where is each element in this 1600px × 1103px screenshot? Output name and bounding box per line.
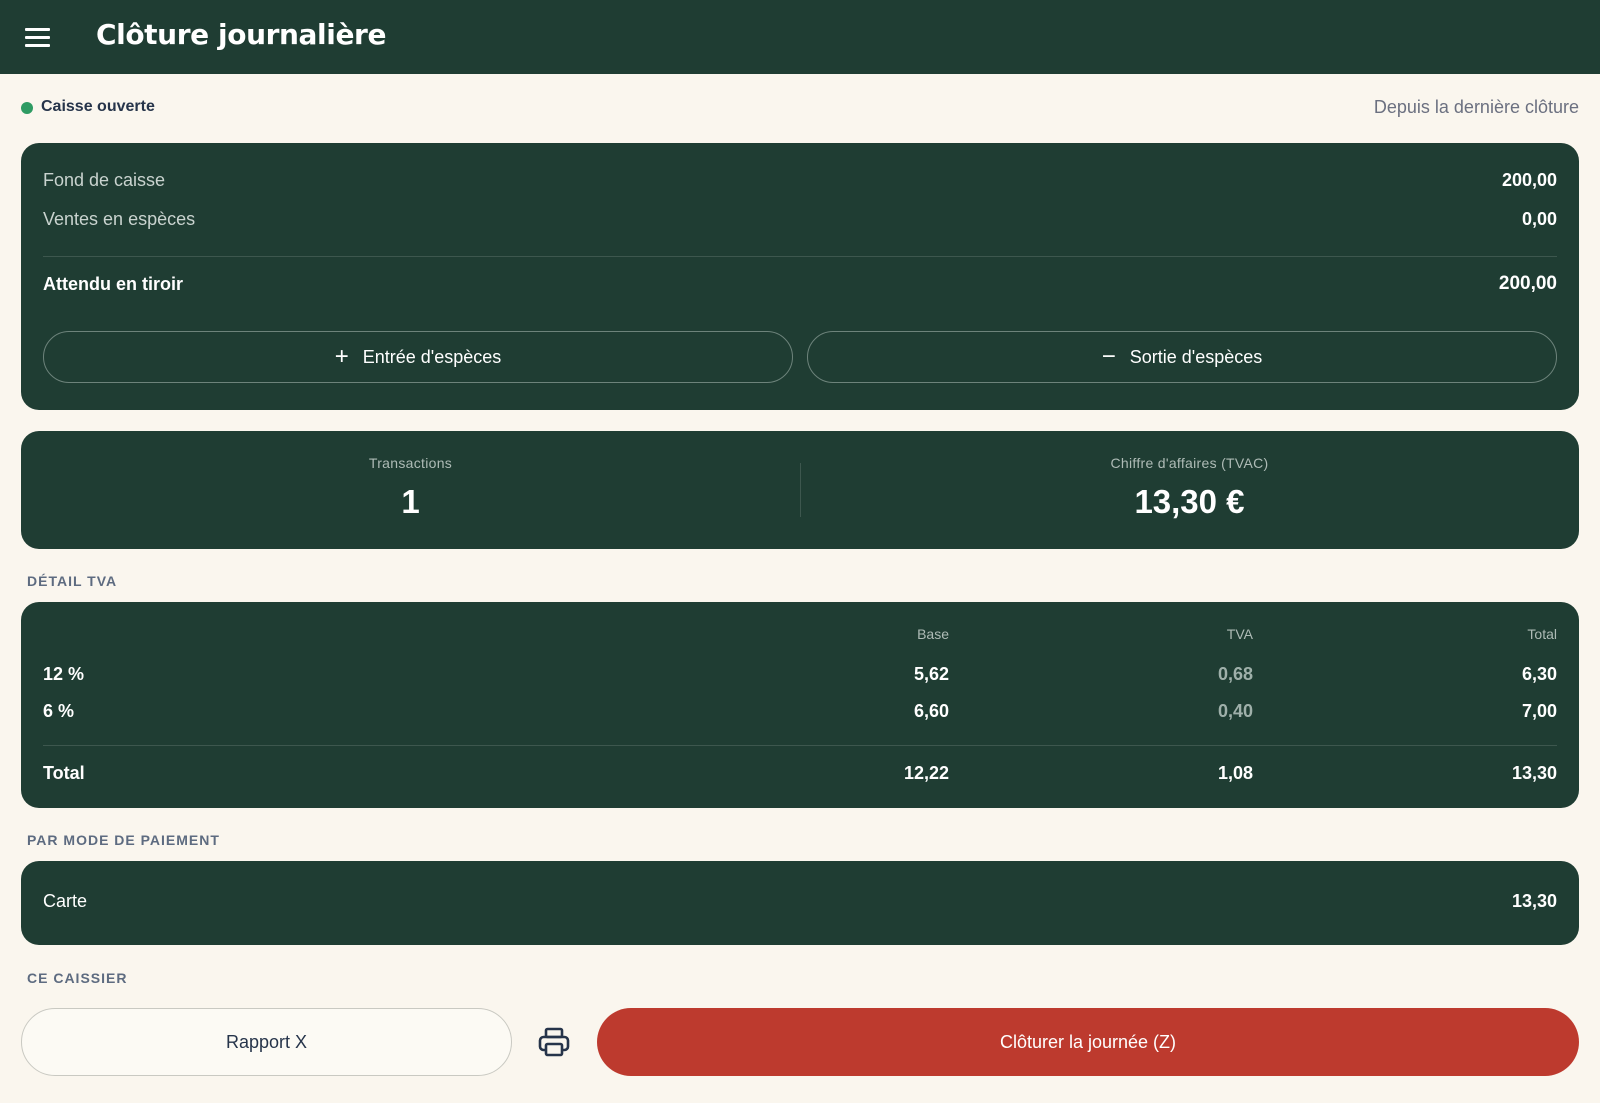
register-status: Caisse ouverte (41, 98, 155, 115)
revenue-stat: Chiffre d'affaires (TVAC) 13,30 € (800, 431, 1579, 549)
cash-sales-value: 0,00 (1521, 208, 1557, 229)
revenue-label: Chiffre d'affaires (TVAC) (1110, 455, 1269, 471)
cash-sales-label: Ventes en espèces (43, 208, 196, 229)
list-item: Carte 13,30 (43, 891, 1557, 912)
cash-sales-row: Ventes en espèces 0,00 (43, 206, 1557, 232)
expected-drawer-row: Attendu en tiroir 200,00 (43, 271, 1557, 297)
expected-drawer-value: 200,00 (1498, 273, 1557, 294)
vat-detail-card: Base TVA Total 12 % 5,62 0,68 6,30 6 % 6… (21, 602, 1579, 808)
payment-section-title: PAR MODE DE PAIEMENT (27, 832, 220, 848)
payment-method-label: Carte (43, 891, 88, 911)
status-dot-icon (21, 102, 33, 114)
vat-amount: 0,40 (1217, 701, 1253, 721)
cash-float-row: Fond de caisse 200,00 (43, 167, 1557, 193)
cash-in-button[interactable]: + Entrée d'espèces (43, 331, 793, 383)
divider (43, 745, 1557, 746)
x-report-button[interactable]: Rapport X (21, 1008, 512, 1076)
summary-card: Transactions 1 Chiffre d'affaires (TVAC)… (21, 431, 1579, 549)
expected-drawer-label: Attendu en tiroir (43, 273, 183, 294)
period-label: Depuis la dernière clôture (1373, 97, 1579, 117)
cash-in-label: Entrée d'espèces (362, 346, 502, 367)
vat-rate: 12 % (43, 664, 85, 684)
transactions-value: 1 (401, 483, 420, 520)
cash-out-label: Sortie d'espèces (1129, 346, 1263, 367)
vat-total-row: Total 12,22 1,08 13,30 (43, 763, 1557, 787)
column-header-tva: TVA (1226, 626, 1253, 642)
column-header-base: Base (917, 626, 949, 642)
vat-total-label: Total (43, 763, 85, 783)
vat-section-title: DÉTAIL TVA (27, 573, 118, 589)
close-day-label: Clôturer la journée (Z) (999, 1031, 1177, 1052)
vat-table-header: Base TVA Total (43, 626, 1557, 650)
plus-icon: + (334, 343, 349, 370)
x-report-label: Rapport X (225, 1031, 308, 1052)
vat-total-base: 12,22 (903, 763, 949, 783)
top-bar: Clôture journalière (0, 0, 1600, 74)
cash-out-button[interactable]: − Sortie d'espèces (807, 331, 1557, 383)
vat-grand-total: 13,30 (1511, 763, 1557, 783)
table-row: 6 % 6,60 0,40 7,00 (43, 701, 1557, 725)
table-row: 12 % 5,62 0,68 6,30 (43, 664, 1557, 688)
vat-rate: 6 % (43, 701, 75, 721)
cash-float-value: 200,00 (1501, 169, 1557, 190)
minus-icon: − (1101, 343, 1116, 370)
payment-method-value: 13,30 (1511, 891, 1557, 911)
status-row: Caisse ouverte Depuis la dernière clôtur… (21, 96, 1579, 120)
revenue-value: 13,30 € (1134, 483, 1245, 520)
vat-amount: 0,68 (1217, 664, 1253, 684)
divider (43, 256, 1557, 257)
menu-icon[interactable] (25, 28, 50, 47)
vat-base: 5,62 (913, 664, 949, 684)
transactions-stat: Transactions 1 (21, 431, 800, 549)
vat-base: 6,60 (913, 701, 949, 721)
cashier-section-title: CE CAISSIER (27, 970, 128, 986)
vat-total-tva: 1,08 (1217, 763, 1253, 783)
vat-total: 6,30 (1521, 664, 1557, 684)
cash-float-label: Fond de caisse (43, 169, 166, 190)
column-header-total: Total (1527, 626, 1557, 642)
payment-method-card: Carte 13,30 (21, 861, 1579, 945)
printer-icon[interactable] (537, 1026, 571, 1058)
transactions-label: Transactions (368, 455, 453, 471)
close-day-button[interactable]: Clôturer la journée (Z) (597, 1008, 1579, 1076)
cash-drawer-card: Fond de caisse 200,00 Ventes en espèces … (21, 143, 1579, 410)
page-title: Clôture journalière (96, 18, 387, 51)
vat-total: 7,00 (1521, 701, 1557, 721)
